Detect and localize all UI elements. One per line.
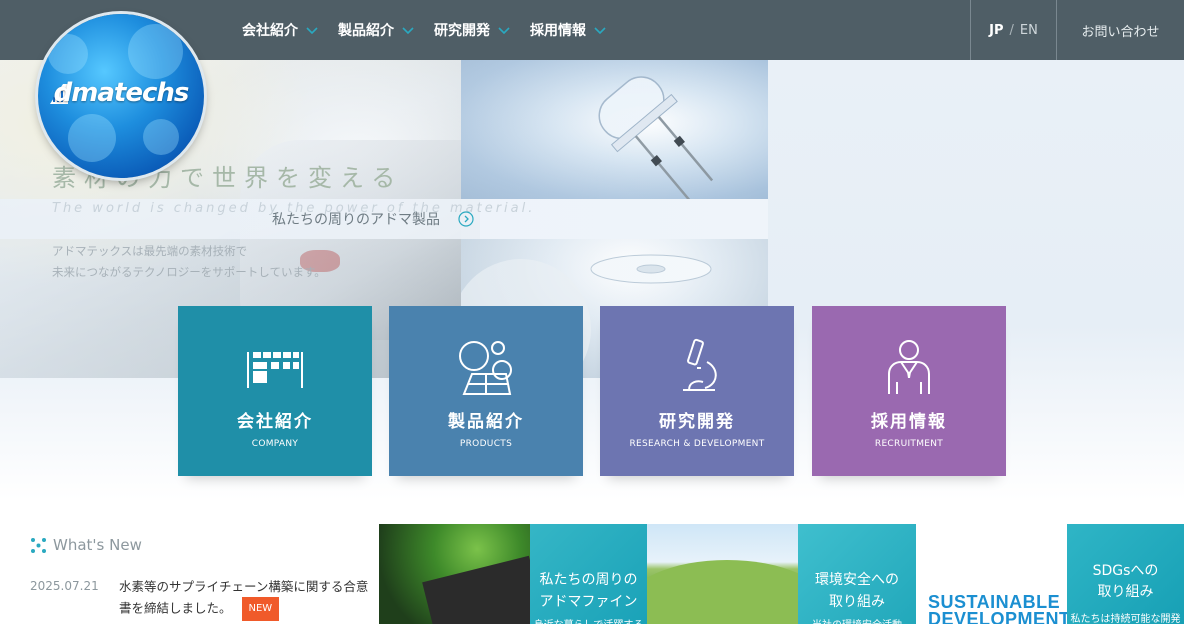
- card-recruit[interactable]: 採用情報 RECRUITMENT: [812, 306, 1006, 476]
- chevron-down-icon: [498, 27, 510, 35]
- building-icon: [247, 352, 303, 388]
- tile-sub: 当社の環境安全活動: [798, 616, 916, 624]
- chip-shape: [422, 555, 530, 624]
- nav-label: 研究開発: [434, 23, 490, 39]
- nav-item-company[interactable]: 会社紹介: [242, 0, 319, 60]
- card-subtitle: PRODUCTS: [459, 439, 513, 449]
- hill-shape: [647, 560, 798, 624]
- news-item-link[interactable]: 水素等のサプライチェーン構築に関する合意書を締結しました。 NEW: [119, 576, 369, 621]
- tile-sub: 身近な暮らしで活躍する: [530, 616, 647, 624]
- lang-separator: /: [1009, 22, 1014, 38]
- card-products[interactable]: 製品紹介 PRODUCTS: [389, 306, 583, 476]
- chevron-down-icon: [594, 27, 606, 35]
- tile-sub: 私たちは持続可能な開発: [1070, 614, 1181, 624]
- card-subtitle: RESEARCH & DEVELOPMENT: [629, 439, 765, 449]
- circle-arrow-icon: [458, 211, 474, 227]
- person-icon: [888, 340, 930, 394]
- tile-line: 私たちの周りの: [539, 572, 638, 588]
- card-title: 会社紹介: [237, 412, 313, 432]
- tile-line: 取り組み: [829, 594, 885, 610]
- logo-bubble: [143, 119, 179, 155]
- new-badge: NEW: [241, 597, 280, 621]
- logo-bubble: [68, 114, 116, 162]
- nav-item-products[interactable]: 製品紹介: [338, 0, 415, 60]
- lang-en-link[interactable]: EN: [1020, 23, 1038, 38]
- tile-pcb-image[interactable]: [379, 524, 530, 624]
- dots-icon: [31, 537, 46, 553]
- tile-line: 環境安全への: [815, 572, 899, 588]
- tile-line: SDGsへの: [1092, 563, 1159, 579]
- nav-item-research[interactable]: 研究開発: [434, 0, 511, 60]
- nav-item-recruit[interactable]: 採用情報: [530, 0, 607, 60]
- news-date: 2025.07.21: [30, 579, 99, 593]
- card-subtitle: COMPANY: [251, 439, 299, 449]
- hero-products-link[interactable]: 私たちの周りのアドマ製品: [272, 209, 474, 229]
- card-title: 採用情報: [871, 412, 947, 432]
- sustainable-line-2: DEVELOPMENT: [928, 609, 1067, 624]
- card-title: 研究開発: [659, 412, 735, 432]
- tile-adma-fine[interactable]: 私たちの周りの アドマファイン 身近な暮らしで活躍する: [530, 524, 647, 624]
- nav-label: 会社紹介: [242, 23, 298, 39]
- contact-link[interactable]: お問い合わせ: [1056, 0, 1184, 60]
- tile-sdgs[interactable]: SDGsへの 取り組み 私たちは持続可能な開発: [1067, 524, 1184, 624]
- chevron-down-icon: [402, 27, 414, 35]
- tile-environment[interactable]: 環境安全への 取り組み 当社の環境安全活動: [798, 524, 916, 624]
- chevron-down-icon: [306, 27, 318, 35]
- nav-label: 製品紹介: [338, 23, 394, 39]
- hero-desc-line-2: 未来につながるテクノロジーをサポートしています。: [52, 265, 326, 279]
- logo-bubble: [48, 34, 88, 74]
- logo-wordmark: dmatechs: [53, 78, 190, 108]
- tile-sustainable[interactable]: SUSTAINABLE DEVELOPMENT: [916, 524, 1067, 624]
- particles-icon: [459, 341, 512, 395]
- tile-line: 取り組み: [1097, 584, 1154, 600]
- hero-products-label: 私たちの周りのアドマ製品: [272, 212, 440, 228]
- sustainable-logo-text: SUSTAINABLE DEVELOPMENT: [928, 593, 1067, 624]
- hero-desc-line-1: アドマテックスは最先端の素材技術で: [52, 244, 248, 258]
- microscope-icon: [683, 338, 717, 391]
- site-logo[interactable]: dmatechs: [38, 14, 204, 178]
- language-switcher: JP / EN: [970, 0, 1056, 60]
- card-company[interactable]: 会社紹介 COMPANY: [178, 306, 372, 476]
- logo-bubble: [128, 24, 183, 79]
- news-header: What's New: [30, 536, 142, 554]
- card-subtitle: RECRUITMENT: [874, 439, 944, 449]
- news-title: What's New: [53, 536, 142, 554]
- header-right: JP / EN お問い合わせ: [970, 0, 1184, 60]
- hero-description: アドマテックスは最先端の素材技術で 未来につながるテクノロジーをサポートしていま…: [52, 241, 326, 283]
- main-nav: 会社紹介 製品紹介 研究開発 採用情報: [242, 0, 626, 60]
- card-title: 製品紹介: [448, 412, 524, 432]
- tile-line: アドマファイン: [539, 594, 638, 610]
- nav-label: 採用情報: [530, 23, 586, 39]
- lang-jp-link[interactable]: JP: [989, 23, 1003, 38]
- card-research[interactable]: 研究開発 RESEARCH & DEVELOPMENT: [600, 306, 794, 476]
- tile-landscape-image[interactable]: [647, 524, 798, 624]
